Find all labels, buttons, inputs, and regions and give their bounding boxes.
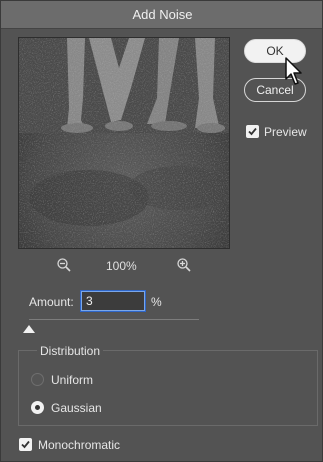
zoom-in-icon[interactable] bbox=[176, 257, 192, 273]
uniform-label: Uniform bbox=[51, 373, 94, 387]
zoom-controls: 100% bbox=[18, 257, 228, 275]
checkmark-icon bbox=[21, 440, 30, 449]
dialog-title: Add Noise bbox=[1, 1, 322, 29]
zoom-out-icon[interactable] bbox=[56, 257, 72, 273]
zoom-level: 100% bbox=[106, 259, 137, 273]
preview-image bbox=[19, 38, 229, 248]
monochromatic-label: Monochromatic bbox=[38, 438, 121, 452]
preview-checkbox[interactable] bbox=[246, 125, 259, 138]
checkmark-icon bbox=[248, 127, 257, 136]
monochromatic-checkbox[interactable] bbox=[19, 438, 32, 451]
amount-label: Amount: bbox=[29, 295, 74, 309]
amount-slider-track[interactable] bbox=[29, 319, 199, 320]
amount-slider-thumb[interactable] bbox=[23, 322, 35, 333]
amount-input[interactable] bbox=[81, 291, 145, 311]
mouse-pointer-icon bbox=[284, 57, 304, 87]
filter-preview[interactable] bbox=[18, 37, 230, 249]
add-noise-dialog: Add Noise 100% OK Cancel Preview Amount:… bbox=[0, 0, 323, 462]
distribution-legend: Distribution bbox=[37, 344, 104, 358]
uniform-radio[interactable] bbox=[31, 373, 44, 386]
gaussian-radio[interactable] bbox=[31, 401, 44, 414]
gaussian-label: Gaussian bbox=[51, 401, 102, 415]
preview-label: Preview bbox=[264, 125, 307, 139]
amount-unit: % bbox=[151, 295, 162, 309]
